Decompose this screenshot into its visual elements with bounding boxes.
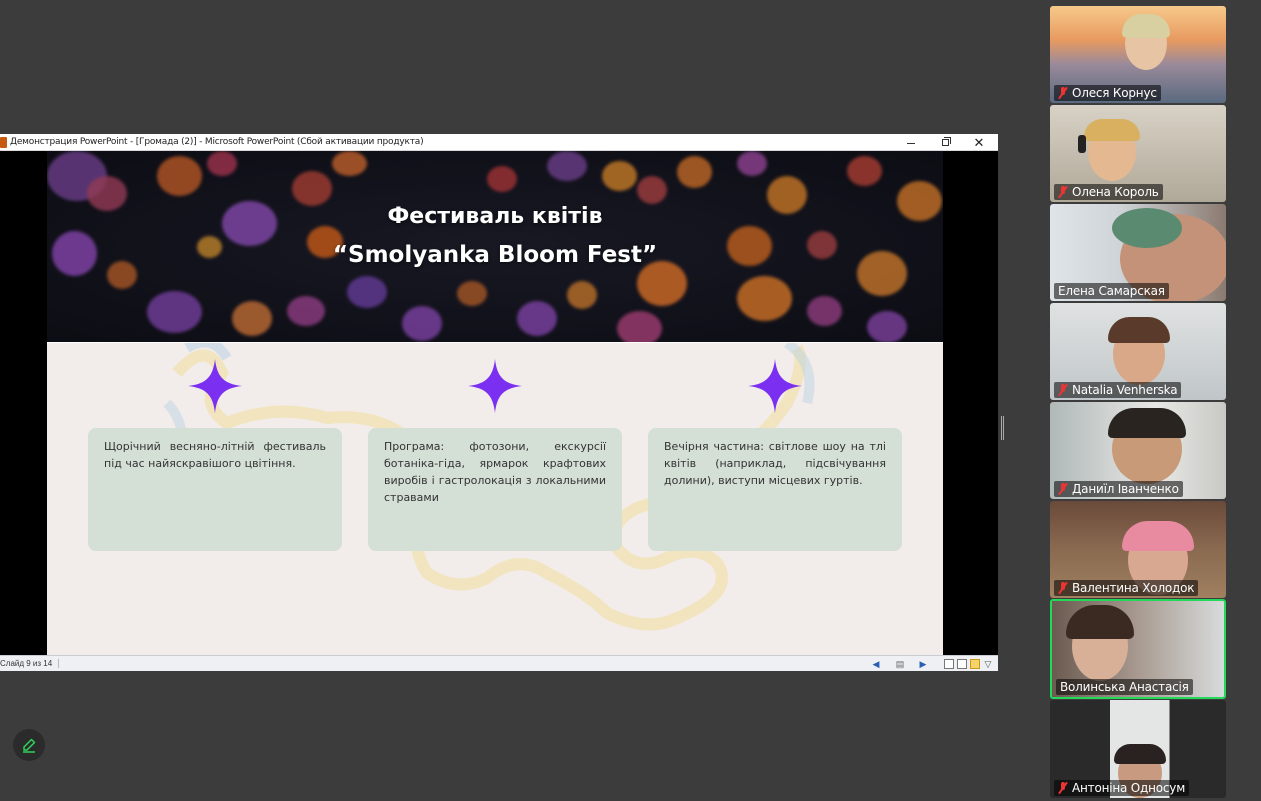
info-card: Програма: фотозони, екскурсії ботаніка-г… (368, 428, 622, 551)
participant-name: Олеся Корнус (1072, 86, 1157, 100)
slide-counter: Слайд 9 из 14 (0, 659, 60, 668)
close-button[interactable]: ✕ (962, 134, 996, 151)
minimize-icon (907, 143, 915, 144)
slideshow-icon[interactable]: ▽ (983, 659, 993, 669)
participant-name: Волинська Анастасія (1060, 680, 1189, 694)
ppt-titlebar[interactable]: Демонстрация PowerPoint - [Громада (2)] … (0, 134, 998, 151)
participant-tile-active-speaker[interactable]: Волинська Анастасія (1050, 599, 1226, 699)
participant-hair (1108, 317, 1170, 343)
mic-off-icon (1058, 87, 1068, 99)
info-card: Вечірня частина: світлове шоу на тлі кві… (648, 428, 902, 551)
participant-hair (1112, 208, 1182, 248)
annotate-button[interactable] (13, 729, 45, 761)
participant-tile[interactable]: Олеся Корнус (1050, 6, 1226, 103)
participant-name: Олена Король (1072, 185, 1159, 199)
next-slide-icon[interactable]: ▶ (918, 659, 928, 669)
mic-off-icon (1058, 782, 1068, 794)
slide-title-line1: Фестиваль квітів (387, 204, 603, 229)
participant-name-tag: Олена Король (1054, 184, 1163, 200)
participant-tile[interactable]: Олена Король (1050, 105, 1226, 202)
info-card: Щорічний весняно-літній фестиваль під ча… (88, 428, 342, 551)
close-icon: ✕ (973, 134, 985, 150)
participant-name: Антоніна Односум (1072, 781, 1186, 795)
participant-hair (1122, 14, 1170, 38)
participant-hair (1108, 408, 1186, 438)
normal-view-button[interactable] (944, 659, 954, 669)
star-icon (748, 359, 802, 413)
participant-hair (1122, 521, 1194, 551)
participant-name-tag: Natalia Venherska (1054, 382, 1182, 398)
participant-name: Валентина Холодок (1072, 581, 1195, 595)
participant-name-tag: Елена Самарская (1054, 283, 1169, 299)
star-icon (468, 359, 522, 413)
restore-icon (941, 137, 951, 146)
minimize-button[interactable] (894, 134, 928, 151)
slide[interactable]: Фестиваль квітів “Smolyanka Bloom Fest” … (47, 151, 943, 655)
split-resize-handle[interactable] (1001, 416, 1004, 440)
mic-off-icon (1058, 582, 1068, 594)
previous-slide-icon[interactable]: ◀ (871, 659, 881, 669)
powerpoint-window: Демонстрация PowerPoint - [Громада (2)] … (0, 134, 998, 671)
slide-sorter-button[interactable] (957, 659, 967, 669)
participant-name-tag: Даниїл Іванченко (1054, 481, 1183, 497)
participant-tile[interactable]: Елена Самарская (1050, 204, 1226, 301)
participant-name-tag: Антоніна Односум (1054, 780, 1190, 796)
powerpoint-app-icon (0, 137, 7, 148)
participant-tile[interactable]: Антоніна Односум (1050, 700, 1226, 798)
participant-name-tag: Олеся Корнус (1054, 85, 1161, 101)
participant-tile[interactable]: Валентина Холодок (1050, 501, 1226, 598)
mic-off-icon (1058, 384, 1068, 396)
reading-view-button[interactable] (970, 659, 980, 669)
headset-icon (1078, 135, 1086, 153)
participant-name: Даниїл Іванченко (1072, 482, 1179, 496)
participant-name-tag: Валентина Холодок (1054, 580, 1199, 596)
restore-button[interactable] (928, 134, 962, 151)
slide-title-line2: “Smolyanka Bloom Fest” (332, 242, 658, 268)
participant-name-tag: Волинська Анастасія (1056, 679, 1193, 695)
pencil-icon (23, 738, 36, 753)
mic-off-icon (1058, 186, 1068, 198)
participant-tile[interactable]: Даниїл Іванченко (1050, 402, 1226, 499)
participant-name: Natalia Venherska (1072, 383, 1178, 397)
menu-icon[interactable]: ▤ (895, 659, 905, 669)
ppt-window-title: Демонстрация PowerPoint - [Громада (2)] … (10, 137, 424, 147)
ppt-status-bar: Слайд 9 из 14 ◀ ▤ ▶ ▽ (0, 655, 998, 671)
participant-hair (1084, 119, 1140, 141)
mic-off-icon (1058, 483, 1068, 495)
participant-tile[interactable]: Natalia Venherska (1050, 303, 1226, 400)
slide-hero-image: Фестиваль квітів “Smolyanka Bloom Fest” (47, 151, 943, 342)
participant-name: Елена Самарская (1058, 284, 1165, 298)
star-icon (188, 359, 242, 413)
participant-hair (1114, 744, 1166, 764)
